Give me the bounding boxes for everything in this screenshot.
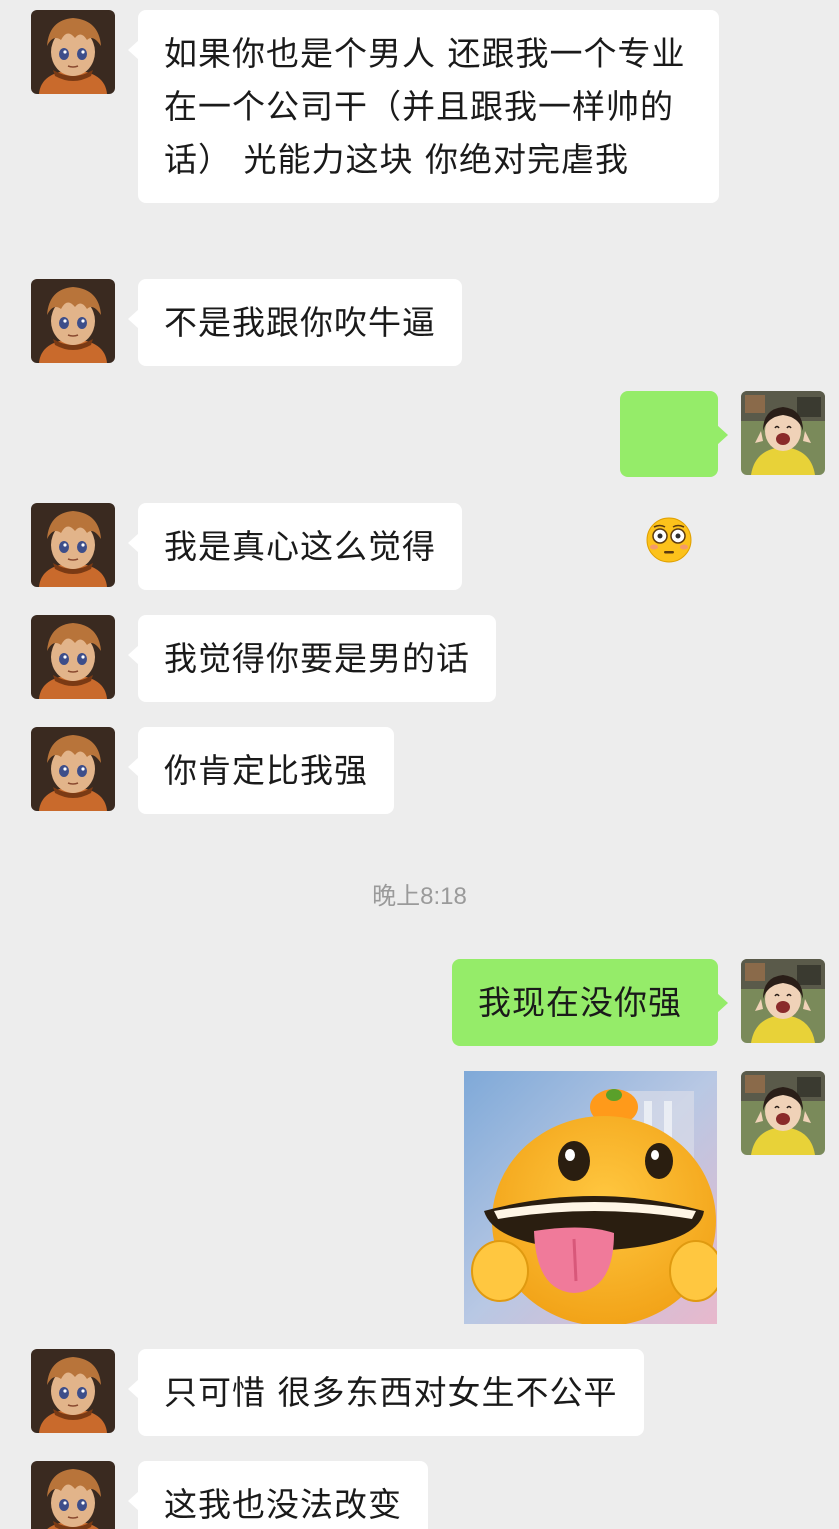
my-avatar[interactable] [741,1071,825,1155]
incoming-message-bubble[interactable]: 只可惜 很多东西对女生不公平 [128,1349,644,1436]
incoming-message-bubble[interactable]: 我觉得你要是男的话 [128,615,496,702]
outgoing-message-bubble[interactable]: 我现在没你强 [452,959,728,1046]
anime-boy-avatar-image [31,727,115,811]
outgoing-emoji-bubble[interactable] [620,391,728,563]
contact-avatar[interactable] [31,10,115,94]
contact-avatar[interactable] [31,503,115,587]
contact-avatar[interactable] [31,727,115,811]
anime-boy-avatar-image [31,1349,115,1433]
incoming-message-bubble[interactable]: 这我也没法改变 [128,1461,428,1529]
anime-boy-avatar-image [31,10,115,94]
contact-avatar[interactable] [31,615,115,699]
incoming-message-bubble[interactable]: 你肯定比我强 [128,727,394,814]
message-timestamp: 晚上8:18 [372,883,467,910]
my-avatar[interactable] [741,391,825,475]
flushed-face-emoji-icon [646,517,692,563]
my-avatar[interactable] [741,959,825,1043]
anime-boy-avatar-image [31,1461,115,1529]
girl-photo-avatar-image [741,391,825,475]
girl-photo-avatar-image [741,959,825,1043]
incoming-message-bubble[interactable]: 如果你也是个男人 还跟我一个专业 在一个公司干（并且跟我一样帅的话） 光能力这块… [128,10,719,203]
girl-photo-avatar-image [741,1071,825,1155]
contact-avatar[interactable] [31,279,115,363]
anime-boy-avatar-image [31,615,115,699]
yellow-dinosaur-sticker[interactable] [464,1071,717,1324]
contact-avatar[interactable] [31,1461,115,1529]
anime-boy-avatar-image [31,279,115,363]
contact-avatar[interactable] [31,1349,115,1433]
yellow-dinosaur-tongue-sticker-image [464,1071,717,1324]
chat-message-list[interactable]: 如果你也是个男人 还跟我一个专业 在一个公司干（并且跟我一样帅的话） 光能力这块… [0,0,839,1529]
incoming-message-bubble[interactable]: 我是真心这么觉得 [128,503,462,590]
incoming-message-bubble[interactable]: 不是我跟你吹牛逼 [128,279,462,366]
anime-boy-avatar-image [31,503,115,587]
